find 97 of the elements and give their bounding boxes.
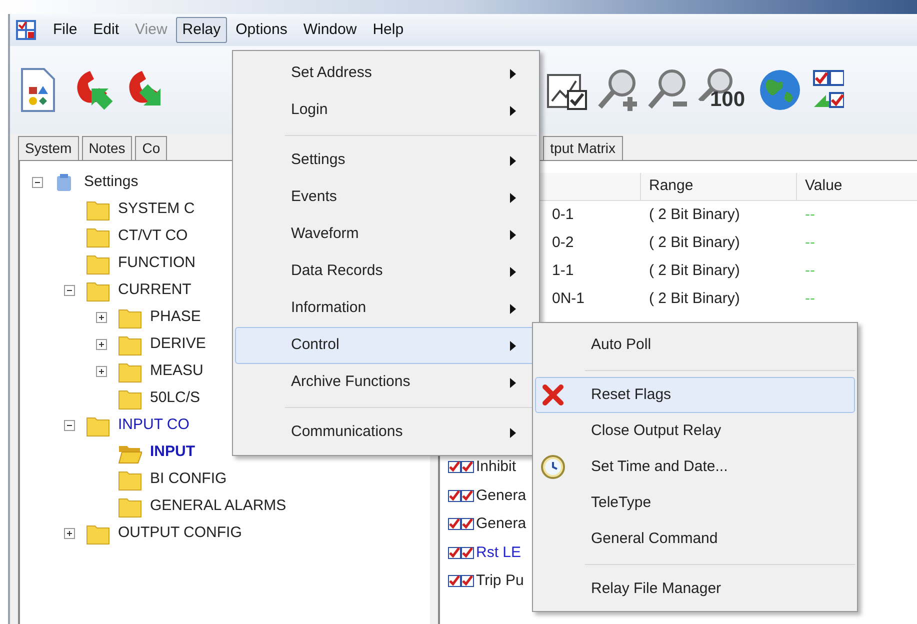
tab[interactable]: Notes bbox=[82, 136, 132, 160]
table-cell: -- bbox=[805, 234, 815, 251]
tree-item[interactable]: CT/VT CO bbox=[118, 225, 188, 248]
list-item[interactable]: Trip Pu bbox=[476, 570, 524, 592]
submenu-arrow-icon bbox=[510, 304, 516, 314]
list-item[interactable]: Inhibit bbox=[476, 456, 516, 478]
folder-icon bbox=[118, 496, 142, 518]
submenu-arrow-icon bbox=[510, 341, 516, 351]
table-cell: 0-2 bbox=[552, 234, 574, 251]
menu-item[interactable]: Reset Flags bbox=[535, 377, 855, 413]
checkbox-pair-icon bbox=[448, 518, 474, 530]
submenu-arrow-icon bbox=[510, 156, 516, 166]
table-cell: -- bbox=[805, 262, 815, 279]
menu-item[interactable]: Edit bbox=[86, 17, 126, 43]
table-cell: ( 2 Bit Binary) bbox=[649, 262, 740, 279]
expand-icon[interactable] bbox=[96, 339, 107, 350]
expand-icon[interactable] bbox=[64, 528, 75, 539]
folder-icon bbox=[118, 334, 142, 356]
folder-icon bbox=[86, 414, 110, 436]
menu-item[interactable]: Relay File Manager bbox=[535, 571, 855, 607]
menu-item[interactable]: Window bbox=[296, 17, 364, 43]
tree-item[interactable]: SYSTEM C bbox=[118, 198, 195, 221]
submenu-arrow-icon bbox=[510, 230, 516, 240]
menu-item[interactable]: Set Time and Date... bbox=[535, 449, 855, 485]
folder-icon bbox=[118, 388, 142, 410]
menu-item[interactable]: TeleType bbox=[535, 485, 855, 521]
menu-item[interactable]: Help bbox=[366, 17, 411, 43]
table-cell: 0-1 bbox=[552, 206, 574, 223]
app-logo-icon bbox=[16, 20, 36, 40]
expand-icon[interactable] bbox=[96, 312, 107, 323]
tree-item[interactable]: Settings bbox=[84, 171, 138, 194]
checkbox-pair-icon bbox=[448, 575, 474, 588]
submenu-arrow-icon bbox=[510, 69, 516, 79]
table-cell: ( 2 Bit Binary) bbox=[649, 234, 740, 251]
tab[interactable]: tput Matrix bbox=[543, 136, 623, 160]
tree-item[interactable]: DERIVE bbox=[150, 333, 206, 356]
collapse-icon[interactable] bbox=[64, 285, 75, 296]
tree-item[interactable]: MEASU bbox=[150, 360, 204, 383]
folder-icon bbox=[86, 252, 110, 274]
menu-item[interactable]: Auto Poll bbox=[535, 327, 855, 363]
list-item[interactable]: Genera bbox=[476, 513, 526, 536]
tab[interactable]: Co bbox=[135, 136, 168, 160]
menu-item[interactable]: Login bbox=[235, 92, 537, 129]
folder-icon bbox=[118, 360, 142, 382]
menu-item[interactable]: Relay bbox=[176, 17, 227, 43]
cross-icon bbox=[542, 384, 564, 406]
folder-icon bbox=[86, 280, 110, 302]
folder-icon bbox=[118, 468, 142, 490]
expand-icon[interactable] bbox=[96, 366, 107, 377]
menu-item[interactable]: Set Address bbox=[235, 55, 537, 92]
tree-item[interactable]: FUNCTION bbox=[118, 252, 196, 275]
submenu-arrow-icon bbox=[510, 428, 516, 438]
tree-item[interactable]: CURRENT bbox=[118, 279, 192, 302]
tree-item[interactable]: 50LC/S bbox=[150, 387, 200, 410]
tree-item[interactable]: PHASE bbox=[150, 306, 201, 329]
menu-item[interactable]: Close Output Relay bbox=[535, 413, 855, 449]
tree-item[interactable]: OUTPUT CONFIG bbox=[118, 522, 242, 545]
collapse-icon[interactable] bbox=[32, 177, 43, 188]
folder-icon bbox=[86, 226, 110, 248]
checkbox-pair-icon bbox=[448, 546, 474, 559]
folder-icon bbox=[86, 198, 110, 220]
table-cell: ( 2 Bit Binary) bbox=[649, 206, 740, 223]
list-item[interactable]: Genera bbox=[476, 484, 526, 507]
submenu-arrow-icon bbox=[510, 378, 516, 388]
submenu-arrow-icon bbox=[510, 193, 516, 203]
tree-item[interactable]: INPUT CO bbox=[118, 414, 190, 437]
submenu-arrow-icon bbox=[510, 106, 516, 116]
table-cell: 1-1 bbox=[552, 262, 574, 279]
menu-item[interactable]: Data Records bbox=[235, 253, 537, 290]
zoom-reset-button[interactable]: 100 bbox=[696, 67, 752, 113]
tree-item[interactable]: INPUT bbox=[150, 441, 195, 464]
checkbox-pair-icon bbox=[448, 461, 474, 474]
collapse-icon[interactable] bbox=[64, 420, 75, 431]
checkbox-pair-icon bbox=[448, 490, 474, 502]
clock-icon bbox=[540, 454, 566, 480]
column-header[interactable]: Range bbox=[640, 173, 796, 200]
table-cell: -- bbox=[805, 290, 815, 307]
menu-item[interactable]: Settings bbox=[235, 142, 537, 179]
table-cell: -- bbox=[805, 206, 815, 223]
tree-item[interactable]: BI CONFIG bbox=[150, 468, 227, 491]
menu-item[interactable]: File bbox=[46, 17, 84, 43]
document-icon[interactable] bbox=[18, 67, 58, 113]
globe-icon[interactable] bbox=[758, 68, 802, 112]
menu-item[interactable]: General Command bbox=[535, 521, 855, 557]
menu-item[interactable]: Waveform bbox=[235, 216, 537, 253]
submenu-arrow-icon bbox=[510, 267, 516, 277]
table-cell: 0N-1 bbox=[552, 290, 585, 307]
column-header[interactable]: Value bbox=[796, 173, 917, 200]
menu-item[interactable]: Events bbox=[235, 179, 537, 216]
list-item[interactable]: Rst LE bbox=[476, 542, 522, 564]
folder-icon bbox=[118, 306, 142, 328]
menu-item[interactable]: Information bbox=[235, 290, 537, 327]
folder-icon bbox=[86, 522, 110, 544]
menu-item[interactable]: Options bbox=[228, 17, 294, 43]
table-cell: ( 2 Bit Binary) bbox=[649, 290, 740, 307]
tree-item[interactable]: GENERAL ALARMS bbox=[150, 495, 286, 518]
tab[interactable]: System bbox=[18, 136, 79, 160]
